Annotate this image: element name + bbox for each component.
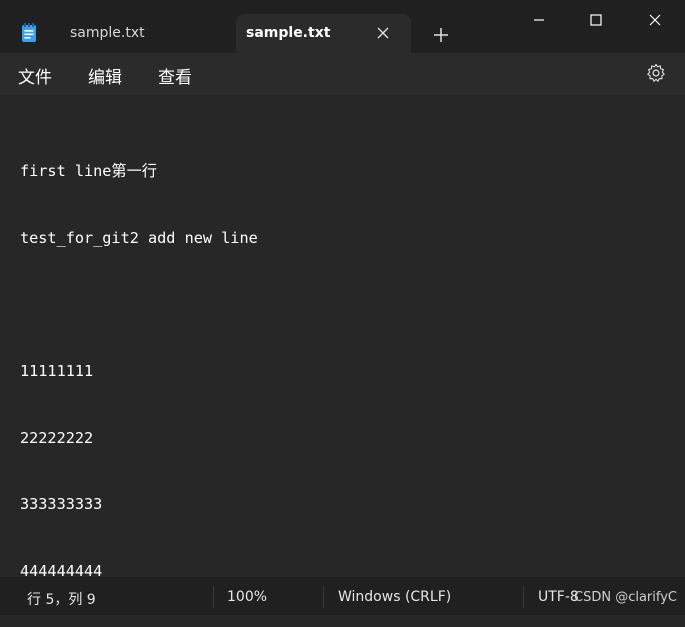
- status-divider: [323, 586, 324, 608]
- menu-file[interactable]: 文件: [18, 63, 52, 88]
- gear-icon[interactable]: [645, 62, 667, 84]
- text-editor[interactable]: first line第一行 test_for_git2 add new line…: [0, 95, 685, 580]
- title-bar: sample.txt sample.txt: [0, 0, 685, 53]
- editor-line: 333333333: [20, 495, 103, 514]
- maximize-icon: [590, 14, 602, 26]
- editor-line: test_for_git2 add new line: [20, 229, 258, 247]
- maximize-button[interactable]: [568, 0, 624, 40]
- status-divider: [523, 586, 524, 608]
- watermark: CSDN @clarifyC: [574, 590, 677, 605]
- editor-line: 22222222: [20, 428, 94, 447]
- encoding[interactable]: UTF-8: [538, 589, 579, 605]
- menu-view[interactable]: 查看: [158, 63, 192, 88]
- minimize-icon: [534, 19, 544, 21]
- tab-inactive[interactable]: sample.txt: [10, 14, 235, 53]
- line-ending[interactable]: Windows (CRLF): [338, 589, 451, 605]
- status-divider: [213, 586, 214, 608]
- menu-edit[interactable]: 编辑: [88, 63, 122, 88]
- minimize-button[interactable]: [511, 0, 567, 40]
- editor-line: 11111111: [20, 362, 94, 381]
- plus-icon[interactable]: [430, 24, 452, 46]
- menu-bar: 文件 编辑 查看: [0, 53, 685, 95]
- close-window-icon: [649, 14, 661, 26]
- close-window-button[interactable]: [627, 0, 683, 40]
- status-bar: 行 5，列 9 100% Windows (CRLF) UTF-8 CSDN @…: [0, 577, 685, 615]
- cursor-position[interactable]: 行 5，列 9: [27, 589, 96, 609]
- tab-active[interactable]: sample.txt: [236, 14, 411, 53]
- editor-content[interactable]: first line第一行 test_for_git2 add new line…: [20, 116, 258, 627]
- tab-label: sample.txt: [246, 25, 331, 41]
- notepad-icon: [22, 23, 36, 42]
- tab-label: sample.txt: [70, 25, 145, 41]
- close-icon[interactable]: [374, 24, 392, 42]
- zoom-level[interactable]: 100%: [227, 589, 267, 605]
- editor-line: first line第一行: [20, 162, 157, 181]
